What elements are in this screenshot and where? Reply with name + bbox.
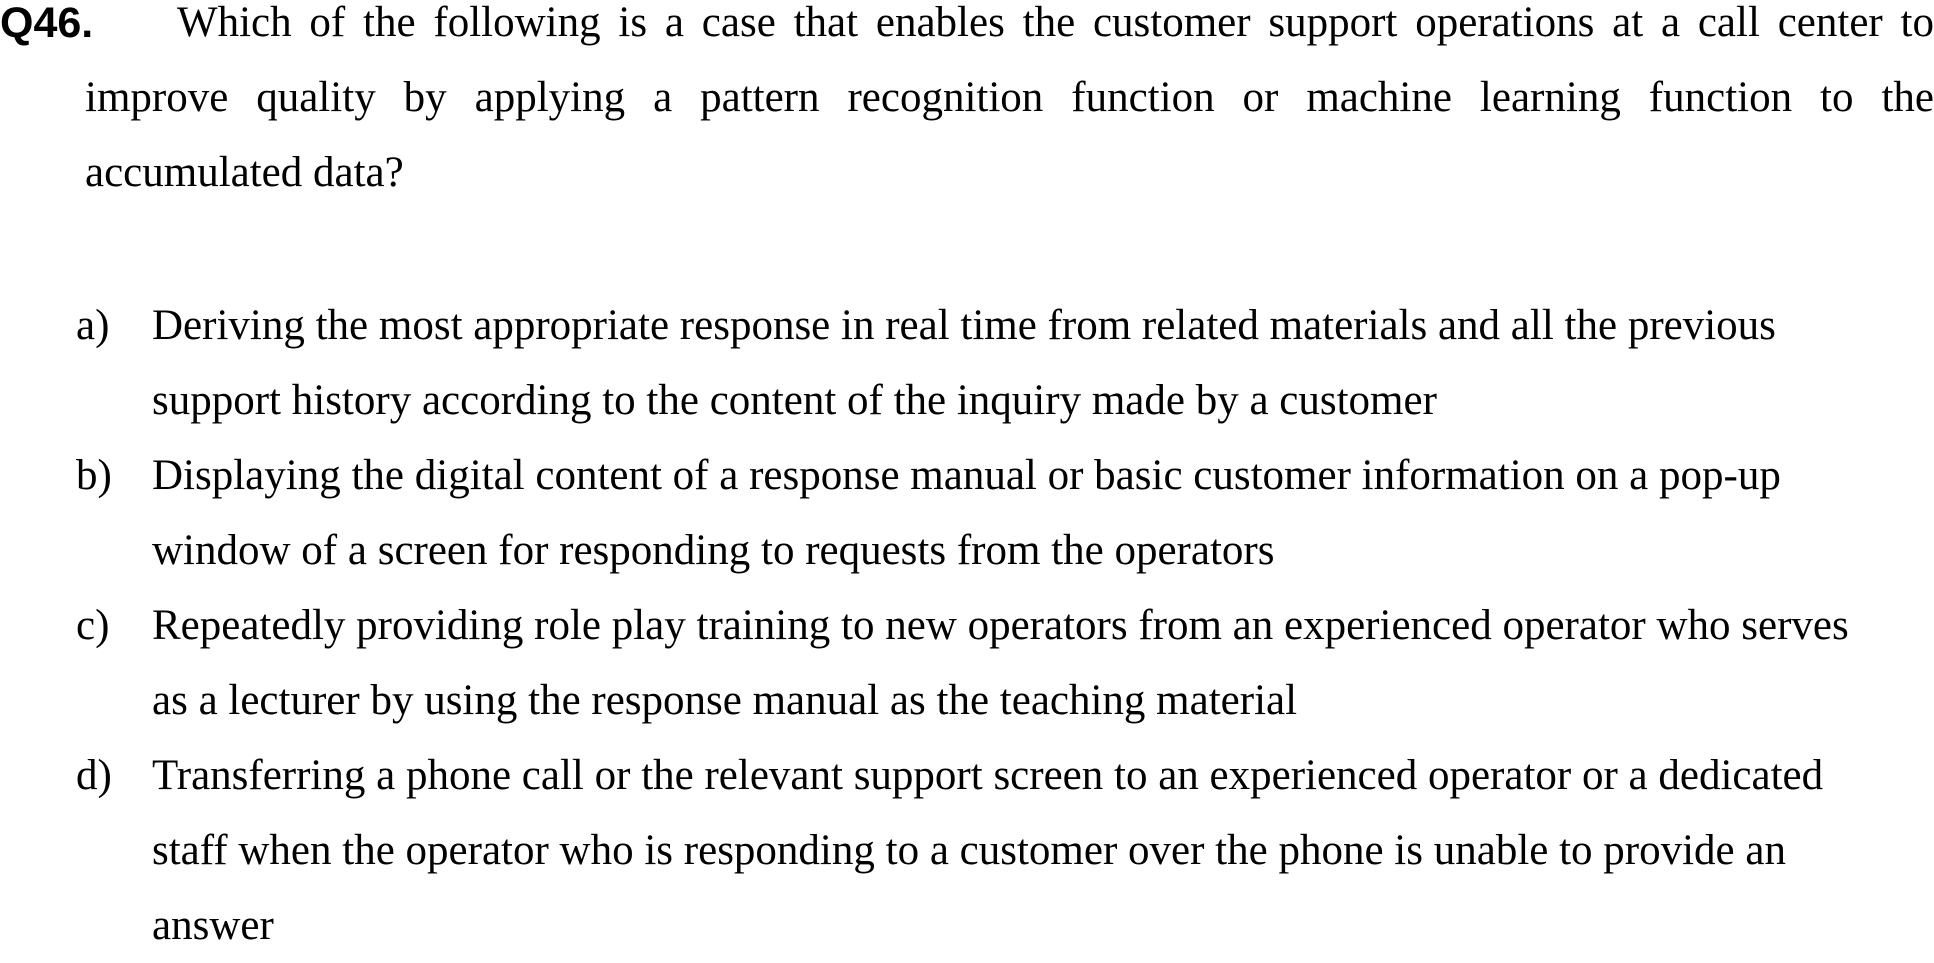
option-letter-c: c) [76,602,110,649]
option-text-b: Displaying the digital content of a resp… [152,452,1781,574]
option-text-c: Repeatedly providing role play training … [152,602,1849,724]
option-text-d: Transferring a phone call or the relevan… [152,752,1824,949]
answer-option-c: c) Repeatedly providing role play traini… [0,588,1934,738]
option-letter-a: a) [76,302,110,349]
answer-option-b: b) Displaying the digital content of a r… [0,438,1934,588]
option-letter-b: b) [76,452,112,499]
question-number: Q46. [0,0,94,47]
question-block: Q46. Which of the following is a case th… [0,0,1934,200]
answer-option-d: d) Transferring a phone call or the rele… [0,738,1934,963]
question-text: Which of the following is a case that en… [85,0,1934,196]
option-text-a: Deriving the most appropriate response i… [152,302,1776,424]
answer-option-a: a) Deriving the most appropriate respons… [0,288,1934,438]
answer-options-list: a) Deriving the most appropriate respons… [0,288,1934,963]
option-letter-d: d) [76,752,112,799]
